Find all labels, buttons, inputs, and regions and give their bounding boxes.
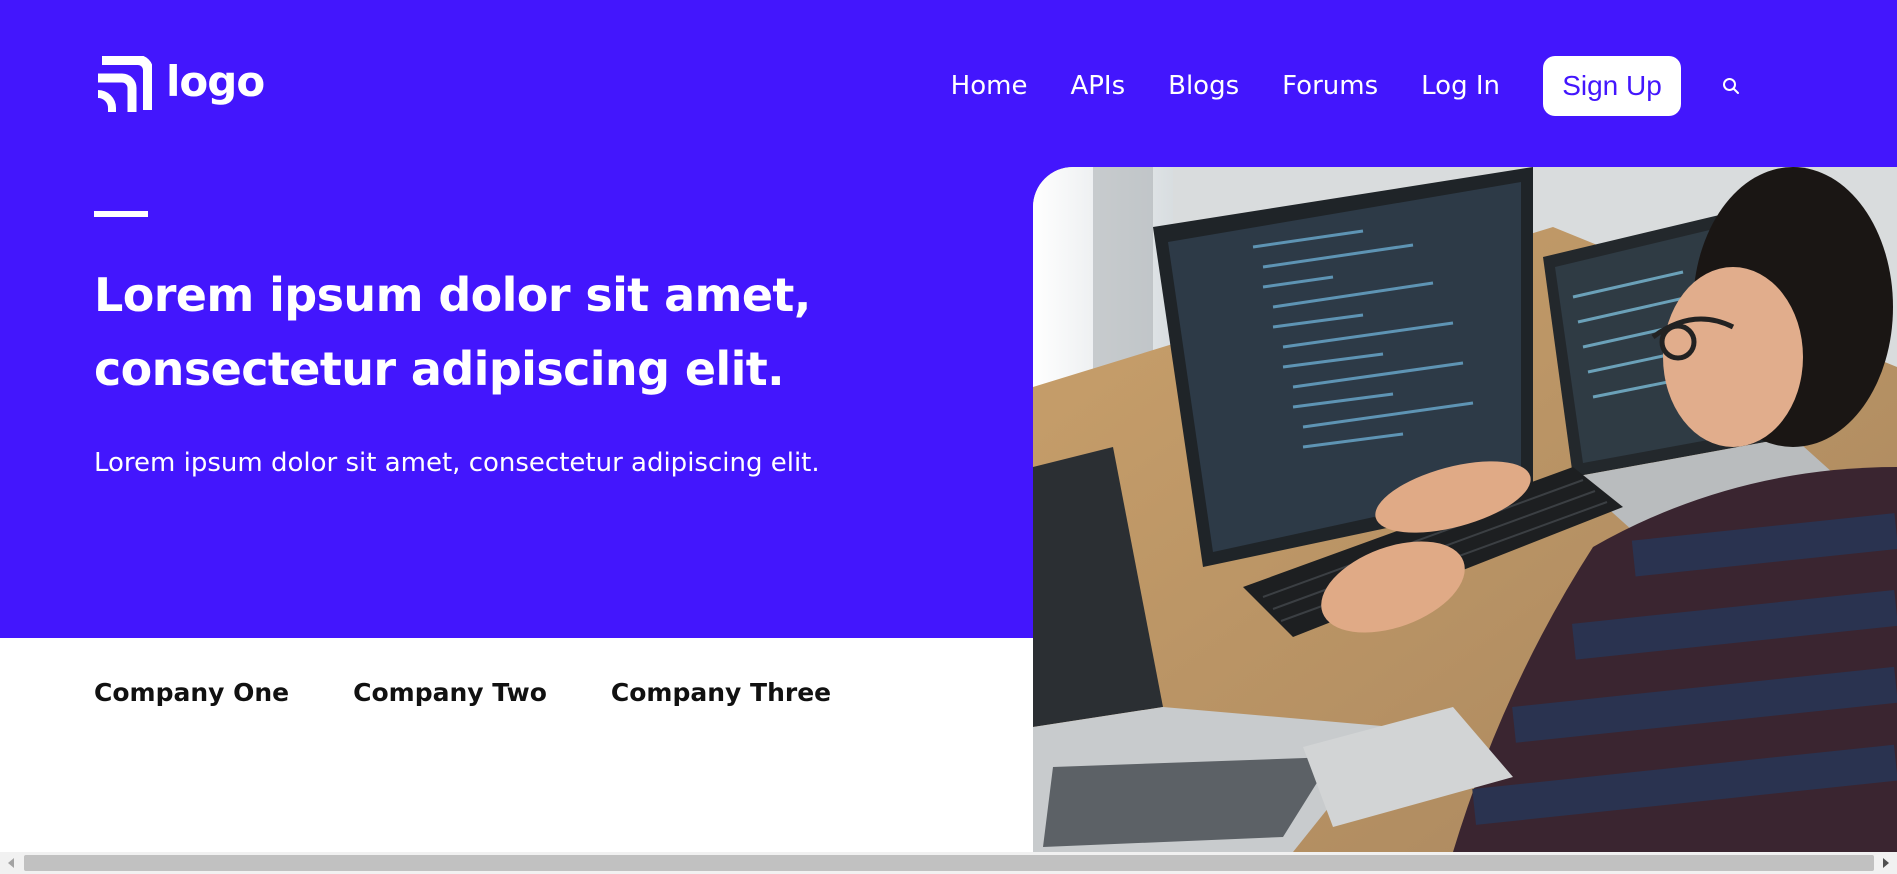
- nav-apis[interactable]: APIs: [1070, 71, 1125, 101]
- logo-text: logo: [166, 57, 265, 106]
- horizontal-scrollbar[interactable]: [0, 852, 1897, 874]
- hero-illustration: [1033, 167, 1897, 852]
- search-button[interactable]: [1719, 74, 1743, 98]
- scroll-left-button[interactable]: [0, 852, 22, 874]
- search-icon: [1723, 78, 1739, 94]
- sign-up-button[interactable]: Sign Up: [1543, 56, 1681, 116]
- hero-subtext: Lorem ipsum dolor sit amet, consectetur …: [94, 448, 820, 478]
- company-two: Company Two: [353, 678, 547, 707]
- site-header: logo Home APIs Blogs Forums Log In Sign …: [0, 0, 1897, 170]
- logo-link[interactable]: logo: [94, 56, 265, 114]
- scroll-right-button[interactable]: [1875, 852, 1897, 874]
- developer-at-computer-image: [1033, 167, 1897, 852]
- scroll-left-icon: [8, 858, 14, 868]
- headline-accent-bar: [94, 211, 148, 217]
- scroll-right-icon: [1883, 858, 1889, 868]
- main-nav: Home APIs Blogs Forums Log In Sign Up: [951, 56, 1743, 116]
- nav-blogs[interactable]: Blogs: [1168, 71, 1239, 101]
- signal-arcs-icon: [97, 56, 152, 112]
- nav-log-in[interactable]: Log In: [1421, 71, 1500, 101]
- company-three: Company Three: [610, 678, 832, 707]
- hero-headline: Lorem ipsum dolor sit amet, consectetur …: [94, 268, 811, 396]
- scrollbar-thumb[interactable]: [24, 855, 1874, 871]
- landing-page: logo Home APIs Blogs Forums Log In Sign …: [0, 0, 1897, 874]
- company-list: Company One Company Two Company Three: [94, 678, 831, 707]
- company-one: Company One: [94, 678, 290, 707]
- nav-forums[interactable]: Forums: [1282, 71, 1378, 101]
- nav-home[interactable]: Home: [951, 71, 1028, 101]
